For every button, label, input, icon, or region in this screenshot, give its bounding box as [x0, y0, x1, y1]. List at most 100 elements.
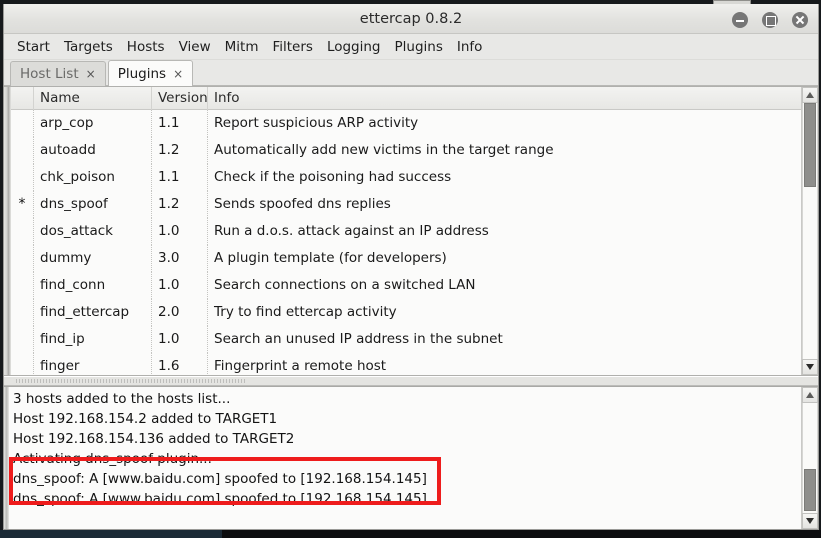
table-row[interactable]: dos_attack 1.0 Run a d.o.s. attack against… — [11, 218, 801, 245]
menu-item-start[interactable]: Start — [10, 37, 57, 57]
tab-host-list[interactable]: Host List × — [10, 61, 106, 86]
cell-mark: * — [18, 196, 26, 212]
cell-info: A plugin template (for developers) — [207, 245, 801, 272]
cell-version: 1.1 — [151, 110, 207, 137]
tab-plugins[interactable]: Plugins × — [107, 60, 194, 86]
close-icon[interactable] — [792, 12, 808, 28]
cell-version: 1.0 — [151, 218, 207, 245]
table-row[interactable]: finger 1.6 Fingerprint a remote host — [11, 353, 801, 375]
table-row[interactable]: dummy 3.0 A plugin template (for developer… — [11, 245, 801, 272]
log-scroll-down-icon[interactable] — [802, 513, 818, 529]
tab-strip: Host List × Plugins × — [4, 60, 818, 86]
maximize-icon[interactable] — [762, 12, 778, 28]
table-row[interactable]: * dns_spoof 1.2 Sends spoofed dns replies — [11, 191, 801, 218]
scroll-up-icon[interactable] — [802, 87, 818, 103]
tab-plugins-label: Plugins — [117, 65, 167, 82]
cell-name: dns_spoof — [33, 191, 151, 218]
plugins-table: Name Version Info arp_cop 1.1 Report suspi… — [11, 87, 801, 375]
column-header-mark[interactable] — [11, 87, 33, 110]
cell-version: 1.0 — [151, 272, 207, 299]
table-row[interactable]: find_conn 1.0 Search connections on a swit… — [11, 272, 801, 299]
cell-mark — [11, 326, 33, 353]
tab-host-list-close-icon[interactable]: × — [86, 68, 96, 80]
cell-info: Check if the poisoning had success — [207, 164, 801, 191]
column-header-name[interactable]: Name — [33, 87, 151, 110]
column-header-version[interactable]: Version — [151, 87, 207, 110]
menu-item-info[interactable]: Info — [450, 37, 490, 57]
cell-version: 1.2 — [151, 137, 207, 164]
plugins-table-scrollbar[interactable] — [801, 87, 818, 375]
cell-name: dummy — [33, 245, 151, 272]
log-panel: 3 hosts added to the hosts list... Host 1… — [4, 386, 818, 529]
cell-version: 1.0 — [151, 326, 207, 353]
menu-item-filters[interactable]: Filters — [265, 37, 319, 57]
tab-plugins-close-icon[interactable]: × — [173, 68, 183, 80]
table-row[interactable]: chk_poison 1.1 Check if the poisoning had … — [11, 164, 801, 191]
log-scroll-up-icon[interactable] — [802, 387, 818, 403]
cell-version: 3.0 — [151, 245, 207, 272]
minimize-icon[interactable] — [732, 12, 748, 28]
cell-mark — [11, 353, 33, 375]
cell-mark — [11, 218, 33, 245]
log-scrollbar[interactable] — [801, 387, 818, 529]
menu-item-targets[interactable]: Targets — [57, 37, 120, 57]
cell-info: Try to find ettercap activity — [207, 299, 801, 326]
cell-name: find_ettercap — [33, 299, 151, 326]
table-left-edge — [4, 87, 11, 375]
cell-info: Report suspicious ARP activity — [207, 110, 801, 137]
log-line: Host 192.168.154.136 added to TARGET2 — [13, 431, 295, 447]
table-row[interactable]: autoadd 1.2 Automatically add new victims … — [11, 137, 801, 164]
menu-item-logging[interactable]: Logging — [320, 37, 388, 57]
window-title: ettercap 0.8.2 — [359, 11, 463, 27]
column-header-info[interactable]: Info — [207, 87, 801, 110]
cell-mark — [11, 137, 33, 164]
log-line: Host 192.168.154.2 added to TARGET1 — [13, 411, 278, 427]
plugins-scroll-track[interactable] — [802, 103, 818, 359]
cell-version: 2.0 — [151, 299, 207, 326]
log-line: 3 hosts added to the hosts list... — [13, 391, 231, 407]
log-scroll-track[interactable] — [802, 403, 818, 513]
splitter-grip — [16, 379, 246, 383]
plugins-scroll-thumb[interactable] — [804, 103, 816, 188]
menubar: Start Targets Hosts View Mitm Filters Lo… — [4, 34, 818, 60]
main-content: Name Version Info arp_cop 1.1 Report suspi… — [4, 86, 818, 529]
cell-name: chk_poison — [33, 164, 151, 191]
log-scroll-thumb[interactable] — [804, 469, 816, 511]
menu-item-mitm[interactable]: Mitm — [218, 37, 266, 57]
taskbar-strip-right — [222, 530, 821, 538]
cell-name: dos_attack — [33, 218, 151, 245]
table-rows: arp_cop 1.1 Report suspicious ARP activity… — [11, 110, 801, 375]
cell-version: 1.6 — [151, 353, 207, 375]
scroll-down-icon[interactable] — [802, 359, 818, 375]
log-line-highlighted: dns_spoof: A [www.baidu.com] spoofed to … — [13, 471, 427, 487]
cell-version: 1.1 — [151, 164, 207, 191]
plugins-table-panel: Name Version Info arp_cop 1.1 Report suspi… — [4, 86, 818, 376]
cell-name: arp_cop — [33, 110, 151, 137]
cell-mark — [11, 164, 33, 191]
table-row[interactable]: find_ip 1.0 Search an unused IP address in… — [11, 326, 801, 353]
log-lines: 3 hosts added to the hosts list... Host 1… — [11, 389, 801, 509]
cell-mark — [11, 245, 33, 272]
table-row[interactable]: arp_cop 1.1 Report suspicious ARP activity — [11, 110, 801, 137]
cell-name: find_conn — [33, 272, 151, 299]
log-output[interactable]: 3 hosts added to the hosts list... Host 1… — [9, 387, 801, 529]
cell-name: find_ip — [33, 326, 151, 353]
menu-item-plugins[interactable]: Plugins — [388, 37, 450, 57]
cell-info: Sends spoofed dns replies — [207, 191, 801, 218]
cell-info: Run a d.o.s. attack against an IP addres… — [207, 218, 801, 245]
cell-info: Search an unused IP address in the subne… — [207, 326, 801, 353]
tab-host-list-label: Host List — [20, 66, 79, 82]
cell-name: autoadd — [33, 137, 151, 164]
menu-item-hosts[interactable]: Hosts — [120, 37, 172, 57]
desktop-background: ettercap 0.8.2 Start Targets Hosts View … — [0, 0, 821, 538]
window-titlebar[interactable]: ettercap 0.8.2 — [4, 4, 818, 34]
log-line: Activating dns_spoof plugin... — [13, 451, 212, 467]
cell-info: Search connections on a switched LAN — [207, 272, 801, 299]
table-header-row: Name Version Info — [11, 87, 801, 110]
table-row[interactable]: find_ettercap 2.0 Try to find ettercap act… — [11, 299, 801, 326]
menu-item-view[interactable]: View — [172, 37, 218, 57]
log-line-highlighted: dns_spoof: A [www.baidu.com] spoofed to … — [13, 491, 427, 507]
cell-info: Automatically add new victims in the tar… — [207, 137, 801, 164]
cell-mark — [11, 299, 33, 326]
panel-splitter[interactable] — [4, 376, 818, 386]
